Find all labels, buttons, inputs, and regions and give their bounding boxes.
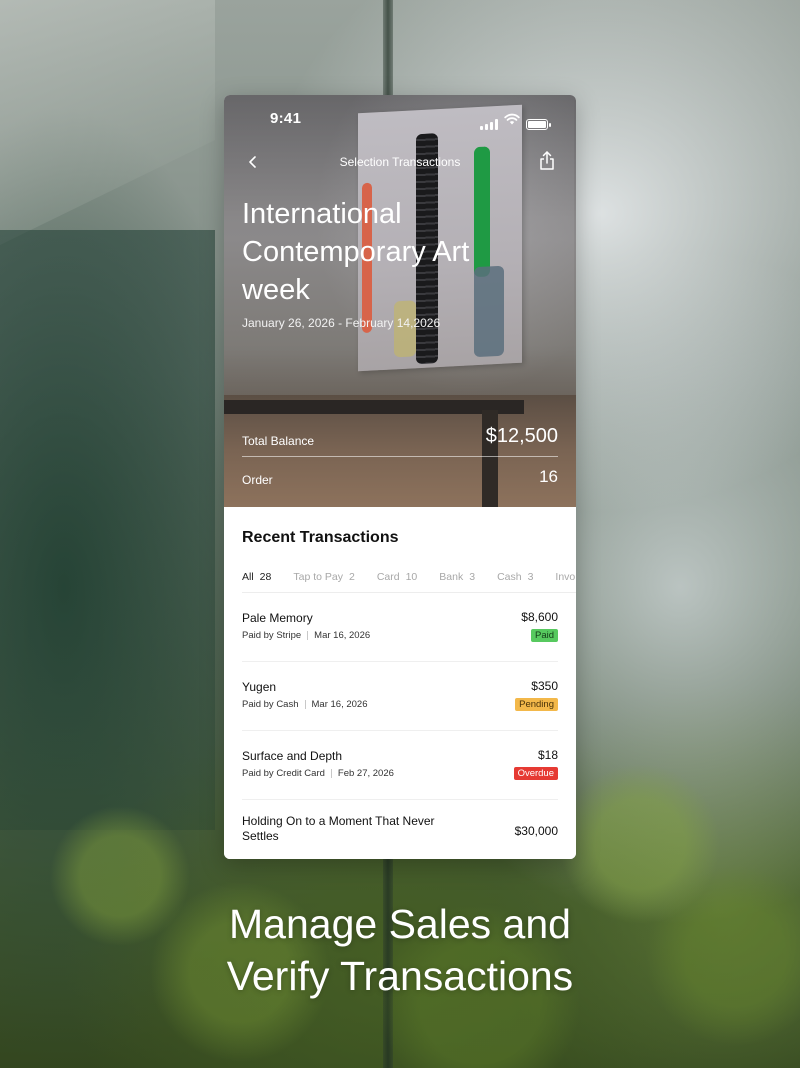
battery-icon (526, 119, 551, 130)
promo-headline-line-1: Manage Sales and (229, 901, 571, 947)
transaction-row[interactable]: Holding On to a Moment That Never Settle… (242, 800, 558, 859)
promo-headline: Manage Sales and Verify Transactions (0, 898, 800, 1002)
filter-tabs: All 28 Tap to Pay 2 Card 10 Bank 3 Cash 3 Inv… (242, 571, 576, 593)
transaction-date: Mar 16, 2026 (314, 630, 371, 641)
background-glass-panel (0, 230, 215, 830)
share-icon (540, 151, 554, 170)
recent-transactions-title: Recent Transactions (242, 529, 399, 546)
status-bar: 9:41 (224, 107, 576, 130)
transaction-date: Feb 27, 2026 (337, 768, 394, 779)
tab-card[interactable]: Card 10 (377, 571, 417, 593)
transaction-date: Mar 16, 2026 (311, 699, 368, 710)
status-badge-overdue: Overdue (513, 767, 558, 780)
transaction-title: Yugen (242, 680, 277, 694)
total-balance-row: Total Balance $12,500 (242, 417, 558, 457)
order-count: 16 (539, 467, 558, 486)
event-hero-image: 9:41 Selection Transactions Internationa… (224, 95, 576, 507)
transaction-method: Paid by Credit Card (242, 768, 325, 779)
gallery-bench (224, 400, 524, 414)
status-badge-pending: Pending (515, 698, 558, 711)
promo-headline-line-2: Verify Transactions (226, 953, 574, 999)
battery-level-fill (528, 121, 546, 128)
recent-transactions-section: Recent Transactions All 28 Tap to Pay 2 Ca… (224, 507, 576, 859)
transaction-title: Pale Memory (242, 611, 313, 625)
tab-cash[interactable]: Cash 3 (497, 571, 533, 593)
total-balance-label: Total Balance (242, 434, 315, 448)
transaction-amount: $18 (537, 748, 558, 762)
transaction-amount: $30,000 (514, 824, 558, 838)
transaction-amount: $8,600 (521, 610, 558, 624)
order-row: Order 16 (242, 457, 558, 487)
transaction-row[interactable]: Surface and Depth Paid by Credit Card Feb… (242, 731, 558, 800)
tab-invoice[interactable]: Invo (555, 571, 575, 593)
transaction-row[interactable]: Yugen Paid by Cash Mar 16, 2026 $350 Pend… (242, 662, 558, 731)
tab-bank[interactable]: Bank 3 (439, 571, 475, 593)
transaction-list: Pale Memory Paid by Stripe Mar 16, 2026 $… (242, 593, 558, 859)
nav-title: Selection Transactions (339, 155, 461, 169)
share-button[interactable] (536, 149, 558, 173)
event-title: International Contemporary Art week (242, 198, 470, 306)
wifi-icon (504, 112, 520, 130)
phone-screen: 9:41 Selection Transactions Internationa… (224, 95, 576, 859)
tab-all[interactable]: All 28 (242, 571, 271, 593)
status-time: 9:41 (270, 110, 302, 127)
nav-bar: Selection Transactions (224, 149, 576, 175)
cellular-signal-icon (480, 119, 498, 130)
tab-tap-to-pay[interactable]: Tap to Pay 2 (293, 571, 354, 593)
order-label: Order (242, 473, 273, 487)
transaction-method: Paid by Cash (242, 699, 299, 710)
transaction-method: Paid by Stripe (242, 630, 302, 641)
transaction-title: Holding On to a Moment That Never Settle… (242, 814, 435, 843)
status-badge-paid: Paid (530, 629, 558, 642)
event-dates: January 26, 2026 - February 14,2026 (242, 316, 441, 330)
transaction-title: Surface and Depth (242, 749, 343, 763)
transaction-row[interactable]: Pale Memory Paid by Stripe Mar 16, 2026 $… (242, 593, 558, 662)
total-balance-value: $12,500 (485, 425, 558, 447)
transaction-amount: $350 (531, 679, 558, 693)
